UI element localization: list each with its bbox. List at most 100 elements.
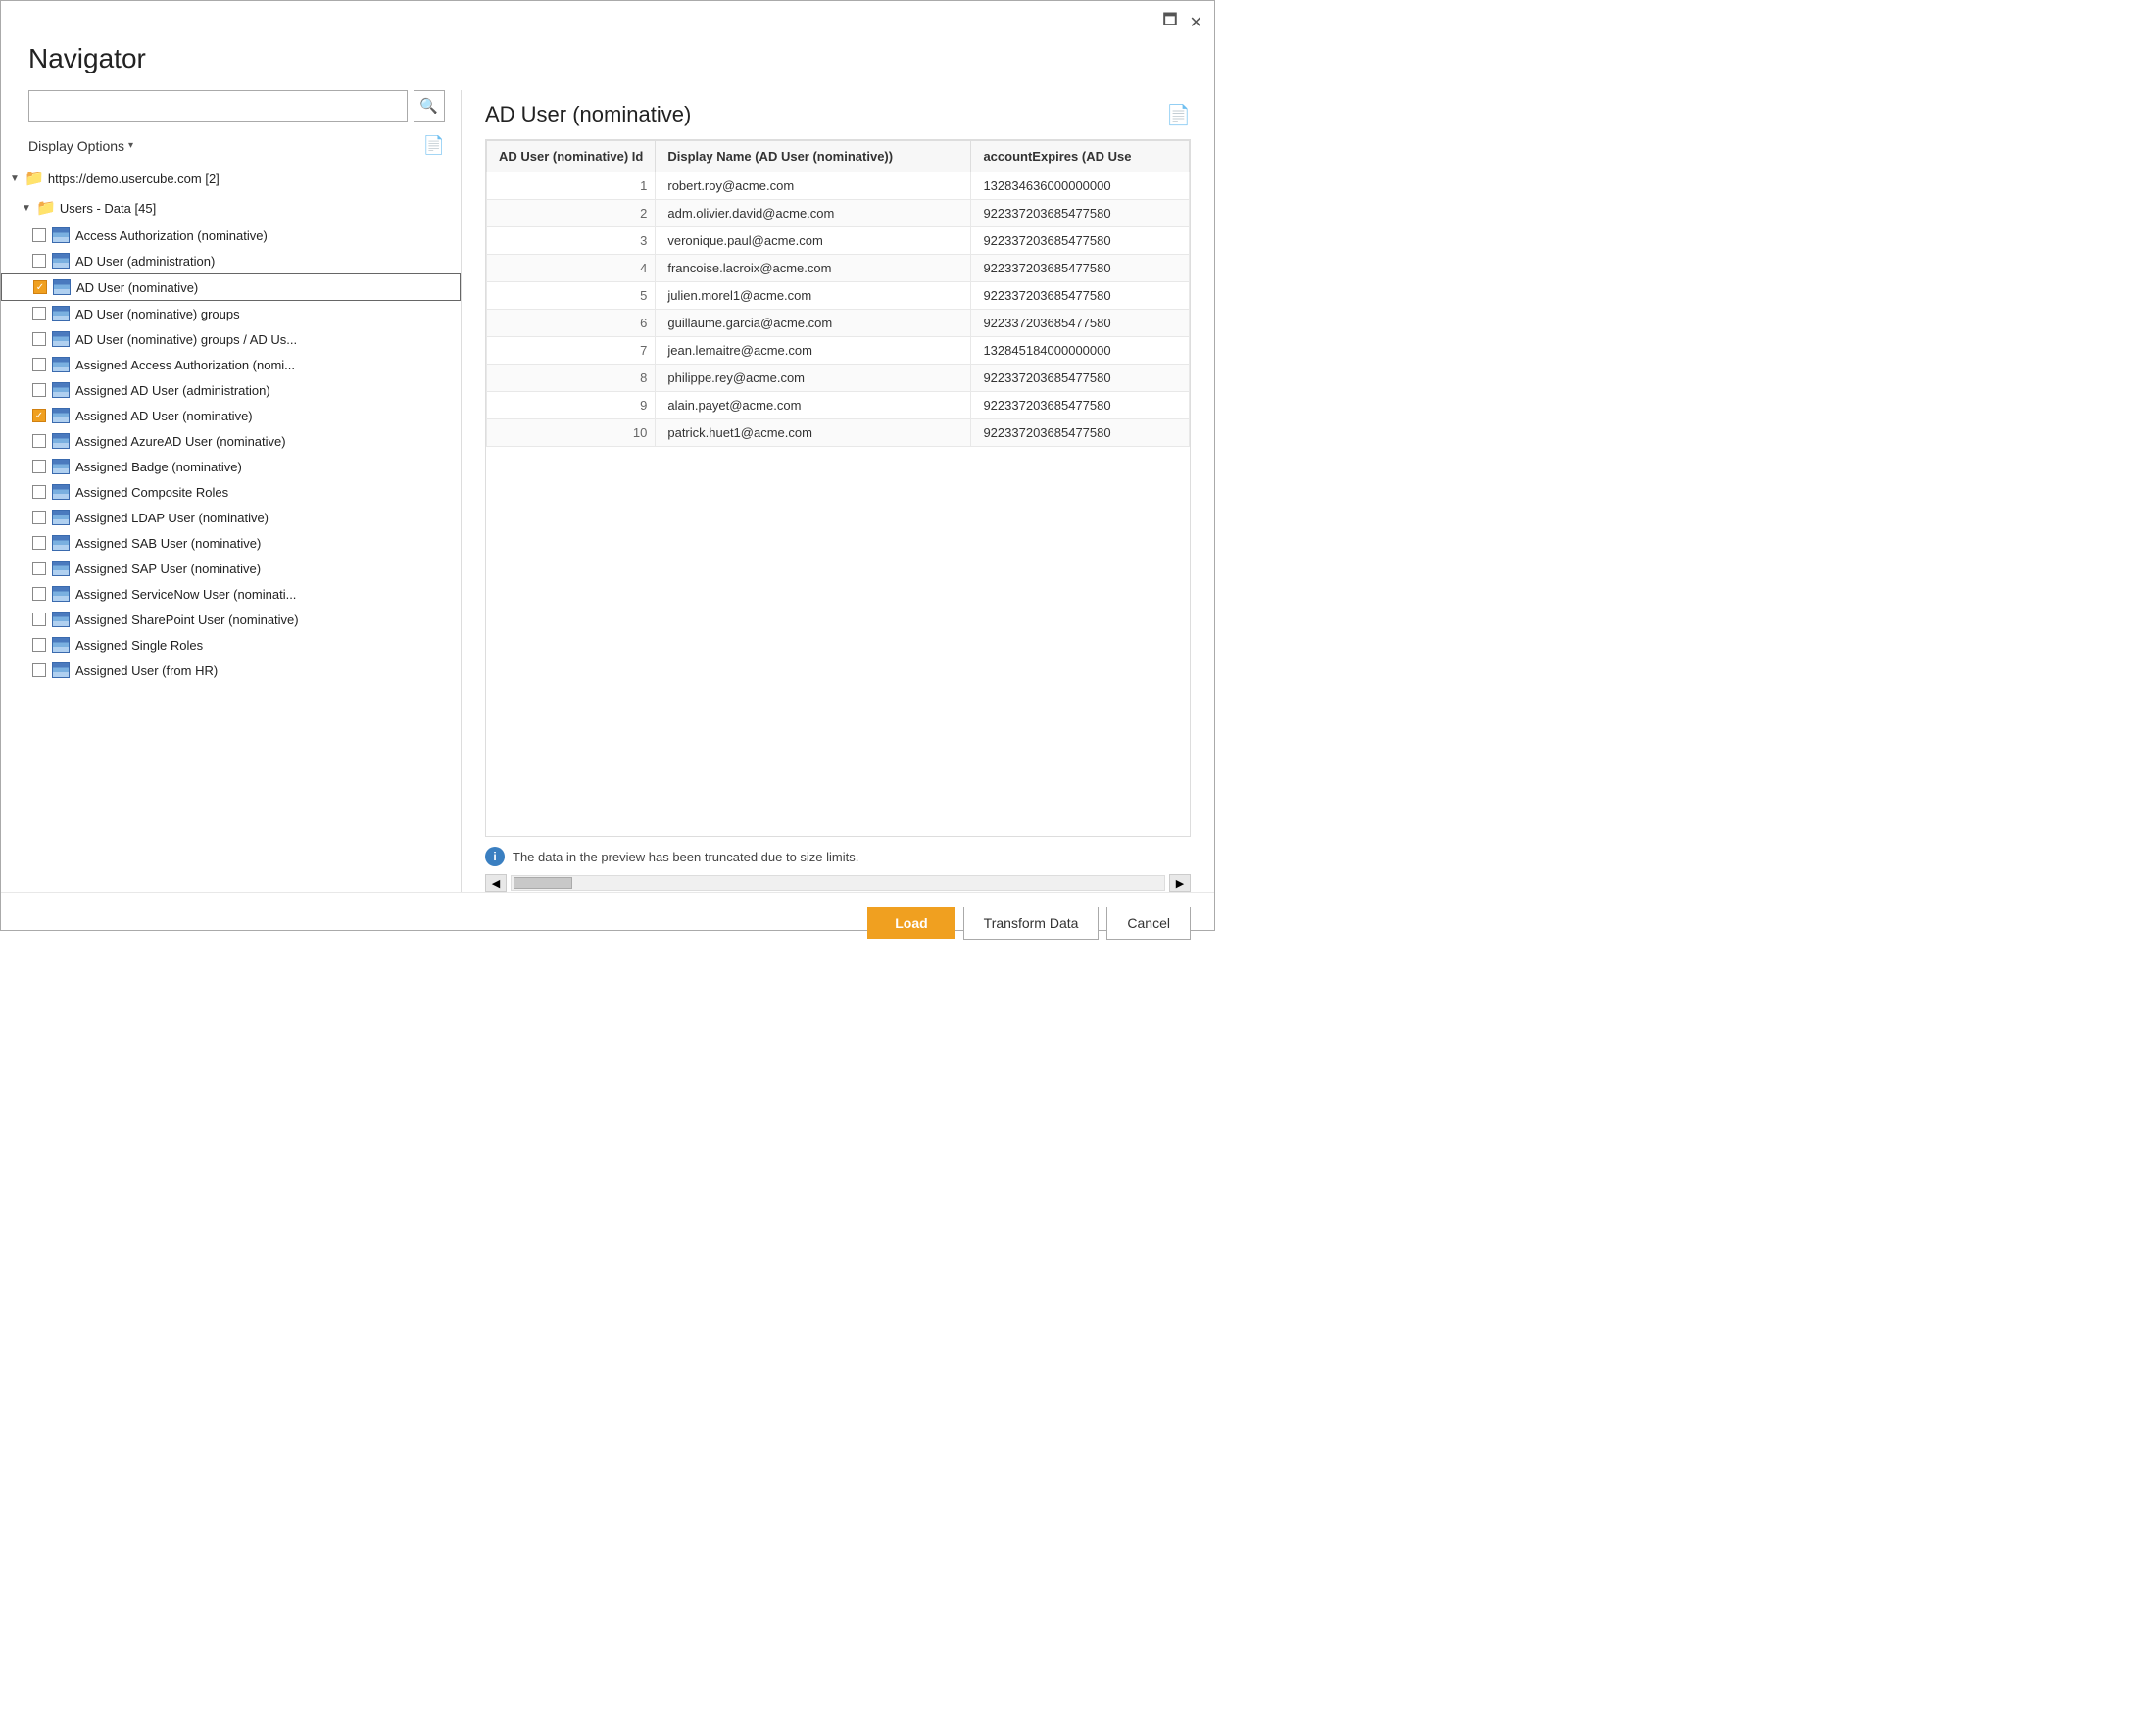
- row-expires: 132834636000000000: [971, 172, 1190, 200]
- table-icon: [52, 331, 70, 347]
- scroll-thumb[interactable]: [514, 877, 572, 889]
- display-options-row: Display Options ▾ 📄: [1, 131, 461, 164]
- table-icon: [52, 408, 70, 423]
- right-panel-title: AD User (nominative): [485, 102, 691, 127]
- horizontal-scrollbar[interactable]: ◀ ▶: [485, 866, 1191, 892]
- tree-item-checkbox[interactable]: [32, 511, 46, 524]
- tree-list-item[interactable]: Assigned Single Roles: [1, 632, 461, 658]
- tree-children: Access Authorization (nominative)AD User…: [1, 222, 461, 683]
- main-layout: 🔍 Display Options ▾ 📄 ▼ 📁 https://demo.u…: [1, 90, 1214, 892]
- root-folder-icon: 📁: [24, 169, 44, 188]
- row-email: robert.roy@acme.com: [656, 172, 971, 200]
- load-button[interactable]: Load: [867, 907, 955, 939]
- tree-item-checkbox[interactable]: [32, 587, 46, 601]
- row-expires: 132845184000000000: [971, 337, 1190, 365]
- tree-item-checkbox[interactable]: ✓: [32, 409, 46, 422]
- tree-item-checkbox[interactable]: [32, 434, 46, 448]
- tree-item-checkbox[interactable]: [32, 254, 46, 268]
- table-row: 6guillaume.garcia@acme.com92233720368547…: [487, 310, 1190, 337]
- table-icon: [52, 227, 70, 243]
- row-email: julien.morel1@acme.com: [656, 282, 971, 310]
- tree-list-item[interactable]: Assigned Access Authorization (nomi...: [1, 352, 461, 377]
- data-table-wrapper[interactable]: AD User (nominative) Id Display Name (AD…: [485, 139, 1191, 837]
- left-doc-icon[interactable]: 📄: [423, 135, 445, 156]
- tree-list-item[interactable]: Assigned AD User (administration): [1, 377, 461, 403]
- display-options-button[interactable]: Display Options ▾: [28, 138, 133, 154]
- root-expand-arrow: ▼: [9, 173, 21, 184]
- row-expires: 922337203685477580: [971, 282, 1190, 310]
- tree-root-item[interactable]: ▼ 📁 https://demo.usercube.com [2]: [1, 164, 461, 193]
- tree-list-item[interactable]: Assigned ServiceNow User (nominati...: [1, 581, 461, 607]
- tree-item-checkbox[interactable]: [32, 536, 46, 550]
- tree-section-item[interactable]: ▼ 📁 Users - Data [45]: [1, 193, 461, 222]
- table-row: 1robert.roy@acme.com132834636000000000: [487, 172, 1190, 200]
- tree-list-item[interactable]: Assigned SAB User (nominative): [1, 530, 461, 556]
- section-folder-icon: 📁: [36, 198, 56, 218]
- row-number: 4: [487, 255, 656, 282]
- right-header: AD User (nominative) 📄: [485, 90, 1191, 139]
- right-doc-icon[interactable]: 📄: [1166, 103, 1191, 127]
- tree-item-checkbox[interactable]: [32, 460, 46, 473]
- tree-list-item[interactable]: Assigned Composite Roles: [1, 479, 461, 505]
- tree-item-checkbox[interactable]: [32, 562, 46, 575]
- tree-item-checkbox[interactable]: [32, 228, 46, 242]
- info-notice-text: The data in the preview has been truncat…: [513, 850, 858, 864]
- tree-item-checkbox[interactable]: [32, 663, 46, 677]
- tree-list-item[interactable]: Assigned AzureAD User (nominative): [1, 428, 461, 454]
- search-input[interactable]: [28, 90, 408, 122]
- section-label: Users - Data [45]: [60, 201, 156, 216]
- row-expires: 922337203685477580: [971, 310, 1190, 337]
- tree-list-item[interactable]: Assigned SharePoint User (nominative): [1, 607, 461, 632]
- tree-list-item[interactable]: ✓Assigned AD User (nominative): [1, 403, 461, 428]
- info-notice: i The data in the preview has been trunc…: [485, 837, 1191, 866]
- tree-list-item[interactable]: AD User (nominative) groups / AD Us...: [1, 326, 461, 352]
- col-header-expires: accountExpires (AD Use: [971, 141, 1190, 172]
- row-email: philippe.rey@acme.com: [656, 365, 971, 392]
- scroll-track[interactable]: [511, 875, 1165, 891]
- cancel-button[interactable]: Cancel: [1106, 906, 1191, 940]
- row-expires: 922337203685477580: [971, 255, 1190, 282]
- row-number: 10: [487, 419, 656, 447]
- table-icon: [52, 586, 70, 602]
- tree-item-checkbox[interactable]: [32, 358, 46, 371]
- minimize-button[interactable]: 🗖: [1162, 9, 1177, 35]
- info-icon: i: [485, 847, 505, 866]
- close-button[interactable]: ✕: [1190, 13, 1202, 32]
- tree-item-checkbox[interactable]: [32, 332, 46, 346]
- search-button[interactable]: 🔍: [414, 90, 445, 122]
- row-number: 9: [487, 392, 656, 419]
- tree-list-item[interactable]: AD User (nominative) groups: [1, 301, 461, 326]
- table-icon: [52, 357, 70, 372]
- tree-list-item[interactable]: Assigned User (from HR): [1, 658, 461, 683]
- table-icon: [52, 253, 70, 269]
- tree-item-checkbox[interactable]: [32, 485, 46, 499]
- row-expires: 922337203685477580: [971, 419, 1190, 447]
- tree-list-item[interactable]: Assigned LDAP User (nominative): [1, 505, 461, 530]
- data-table: AD User (nominative) Id Display Name (AD…: [486, 140, 1190, 447]
- row-expires: 922337203685477580: [971, 365, 1190, 392]
- table-row: 3veronique.paul@acme.com9223372036854775…: [487, 227, 1190, 255]
- tree-item-label: Assigned LDAP User (nominative): [75, 511, 269, 525]
- tree-item-checkbox[interactable]: [32, 638, 46, 652]
- bottom-bar: Load Transform Data Cancel: [1, 892, 1214, 954]
- tree-list-item[interactable]: ✓AD User (nominative): [1, 273, 461, 301]
- table-icon: [52, 459, 70, 474]
- row-email: alain.payet@acme.com: [656, 392, 971, 419]
- tree-list-item[interactable]: Assigned SAP User (nominative): [1, 556, 461, 581]
- tree-item-label: AD User (nominative) groups: [75, 307, 240, 321]
- tree-item-checkbox[interactable]: [32, 383, 46, 397]
- tree-area[interactable]: ▼ 📁 https://demo.usercube.com [2] ▼ 📁 Us…: [1, 164, 461, 892]
- table-icon: [52, 433, 70, 449]
- tree-list-item[interactable]: AD User (administration): [1, 248, 461, 273]
- tree-item-label: Assigned Badge (nominative): [75, 460, 242, 474]
- tree-item-label: Assigned AzureAD User (nominative): [75, 434, 286, 449]
- scroll-left-button[interactable]: ◀: [485, 874, 507, 892]
- tree-list-item[interactable]: Assigned Badge (nominative): [1, 454, 461, 479]
- tree-item-checkbox[interactable]: [32, 612, 46, 626]
- tree-list-item[interactable]: Access Authorization (nominative): [1, 222, 461, 248]
- title-bar: 🗖 ✕: [1, 1, 1214, 43]
- transform-button[interactable]: Transform Data: [963, 906, 1100, 940]
- tree-item-checkbox[interactable]: ✓: [33, 280, 47, 294]
- tree-item-checkbox[interactable]: [32, 307, 46, 320]
- scroll-right-button[interactable]: ▶: [1169, 874, 1191, 892]
